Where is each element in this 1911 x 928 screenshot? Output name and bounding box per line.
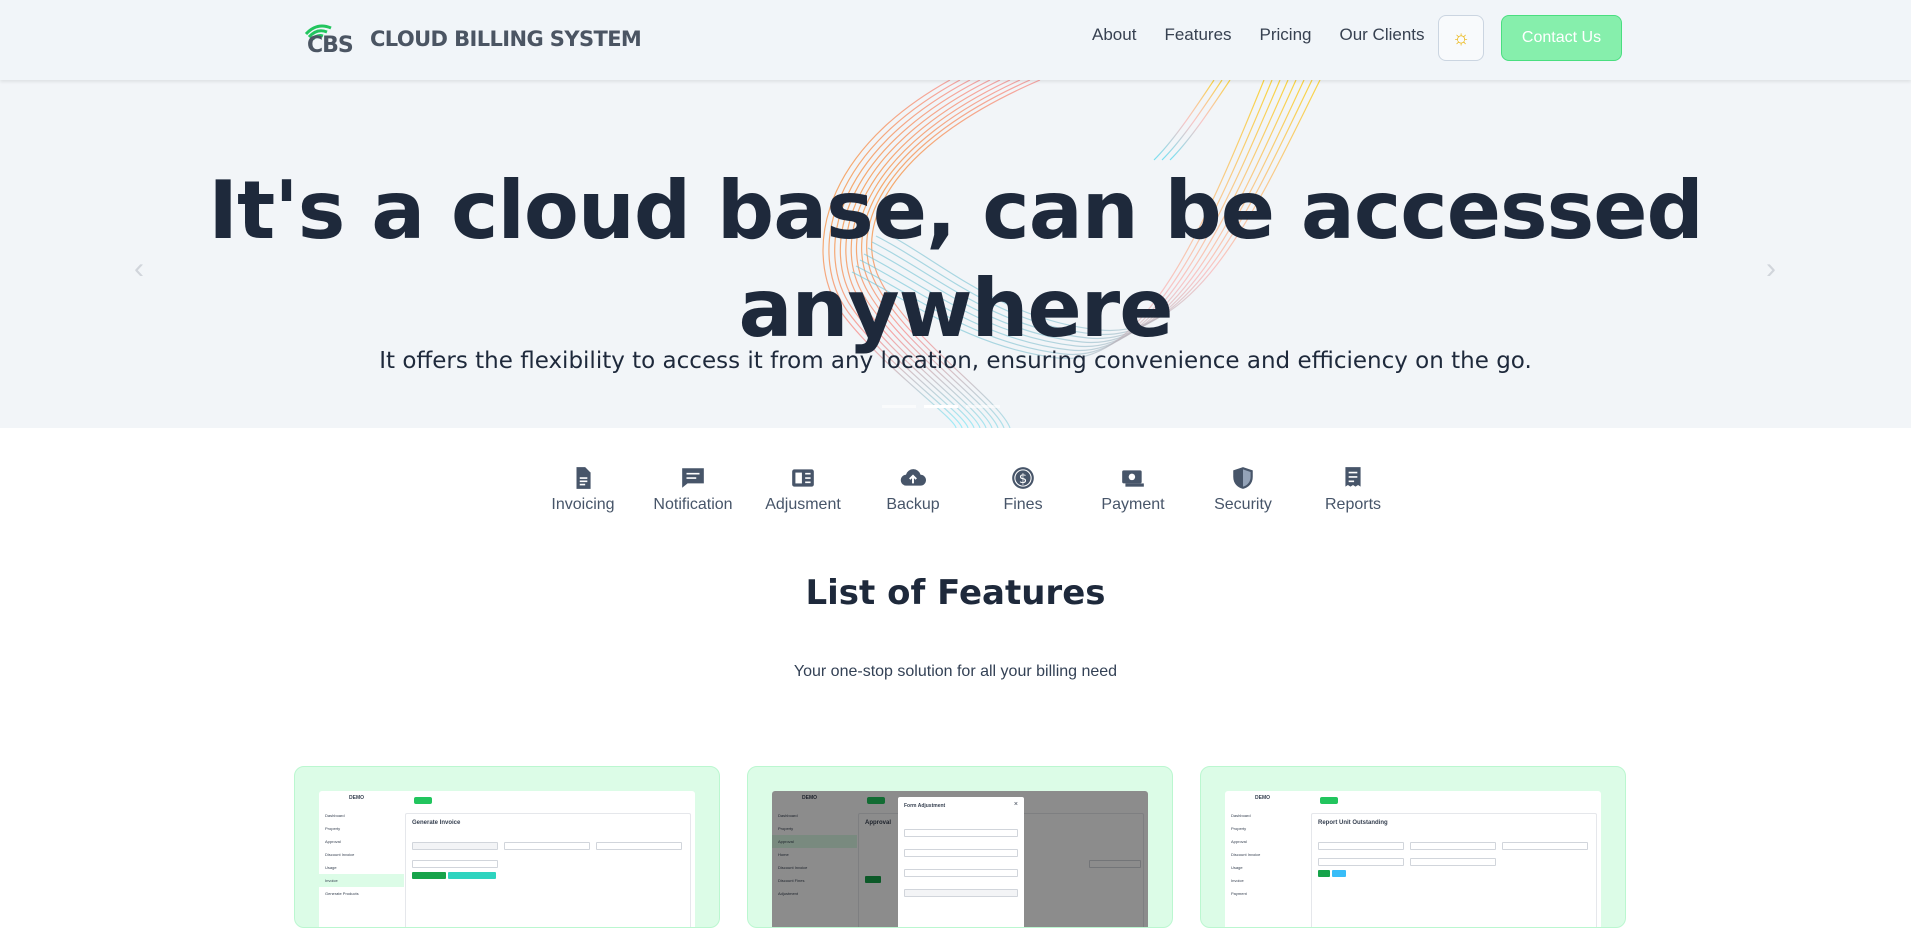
cash-icon xyxy=(1122,470,1144,487)
form-field xyxy=(904,829,1018,837)
feature-screenshot: DEMO Dashboard Property Approval Discoun… xyxy=(1225,791,1601,927)
message-icon xyxy=(682,468,704,488)
cloud-upload-icon xyxy=(900,469,926,486)
shield-icon xyxy=(1233,467,1253,489)
generate-report-button xyxy=(448,872,496,879)
form-field xyxy=(412,842,498,850)
sidebar-item: Approval xyxy=(1231,839,1247,844)
feature-tab-label: Backup xyxy=(886,496,940,513)
sidebar-item: Discount Invoice xyxy=(1231,852,1261,857)
navbar: CBS CLOUD BILLING SYSTEM About Features … xyxy=(0,0,1911,80)
sidebar-item: Usage xyxy=(1231,865,1243,870)
filter-button xyxy=(1318,870,1330,877)
sidebar-item: Approval xyxy=(325,839,341,844)
feature-card-adjustment[interactable]: DEMO Dashboard Property Approval Home Di… xyxy=(747,766,1173,928)
logo-abbreviation: CBS xyxy=(307,33,354,58)
feature-card-invoicing[interactable]: DEMO Dashboard Property Approval Discoun… xyxy=(294,766,720,928)
hero-subtitle: It offers the flexibility to access it f… xyxy=(379,348,1532,374)
feature-tab-adjusment[interactable]: Adjusment xyxy=(748,465,858,514)
feature-tab-reports[interactable]: Reports xyxy=(1298,465,1408,514)
feature-tab-invoicing[interactable]: Invoicing xyxy=(528,465,638,514)
newspaper-icon xyxy=(792,469,814,487)
feature-card-reports[interactable]: DEMO Dashboard Property Approval Discoun… xyxy=(1200,766,1626,928)
app-badge xyxy=(1320,797,1338,804)
sidebar-item: Invoice xyxy=(1231,878,1244,883)
sidebar-item: Payment xyxy=(1231,891,1247,896)
feature-tab-backup[interactable]: Backup xyxy=(858,465,968,514)
receipt-icon xyxy=(1345,467,1361,487)
feature-tab-payment[interactable]: Payment xyxy=(1078,465,1188,514)
logo-mark: CBS xyxy=(304,22,354,58)
form-field xyxy=(1410,842,1496,850)
feature-tab-label: Fines xyxy=(1003,496,1043,513)
section-title: List of Features xyxy=(805,573,1106,613)
app-brand: DEMO xyxy=(349,795,364,801)
form-field xyxy=(1410,858,1496,866)
form-field xyxy=(1318,842,1404,850)
sidebar-item: Property xyxy=(1231,826,1247,831)
carousel-indicators xyxy=(882,405,1000,408)
carousel-indicator-3[interactable] xyxy=(966,405,1000,408)
feature-tabs: Invoicing Notification Adjusment Backup … xyxy=(528,465,1408,514)
feature-tab-notification[interactable]: Notification xyxy=(638,465,748,514)
modal-title: Form Adjustment xyxy=(904,803,946,809)
nav-link-about[interactable]: About xyxy=(1092,25,1136,45)
feature-tab-label: Security xyxy=(1214,496,1272,513)
sidebar-item: Invoice xyxy=(319,874,404,887)
form-field xyxy=(904,849,1018,857)
export-button xyxy=(1332,870,1346,877)
form-field xyxy=(1318,858,1404,866)
theme-toggle-button[interactable]: ☼ xyxy=(1438,15,1484,61)
logo-name: CLOUD BILLING SYSTEM xyxy=(370,27,642,51)
feature-tab-label: Invoicing xyxy=(551,496,615,513)
feature-screenshot: DEMO Dashboard Property Approval Home Di… xyxy=(772,791,1148,927)
carousel-indicator-1[interactable] xyxy=(882,405,916,408)
hero-carousel: ‹ › It's a cloud base, can be accessed a… xyxy=(0,80,1911,428)
feature-tab-label: Reports xyxy=(1324,496,1382,513)
sidebar-item: Discount Invoice xyxy=(325,852,355,857)
form-field xyxy=(904,889,1018,897)
app-brand: DEMO xyxy=(1255,795,1270,801)
form-field xyxy=(412,860,498,868)
form-field xyxy=(1502,842,1588,850)
sun-icon: ☼ xyxy=(1451,26,1471,49)
dollar-circle-icon: $ xyxy=(1012,467,1034,489)
feature-tab-label: Payment xyxy=(1101,496,1165,513)
sidebar-item: Property xyxy=(325,826,341,831)
app-panel: Report Unit Outstanding xyxy=(1311,813,1597,927)
app-sidebar: Dashboard Property Approval Discount Inv… xyxy=(319,809,404,900)
form-field xyxy=(504,842,590,850)
form-field xyxy=(904,869,1018,877)
generate-button xyxy=(412,872,446,879)
panel-title: Report Unit Outstanding xyxy=(1318,820,1388,826)
document-icon xyxy=(576,467,591,489)
nav-links: About Features Pricing Our Clients xyxy=(1092,25,1425,45)
section-subtitle: Your one-stop solution for all your bill… xyxy=(793,663,1118,680)
sidebar-item: Dashboard xyxy=(325,813,345,818)
adjustment-modal: Form Adjustment × xyxy=(898,797,1024,927)
sidebar-item: Generate Products xyxy=(325,891,359,896)
nav-link-pricing[interactable]: Pricing xyxy=(1260,25,1312,45)
form-field xyxy=(596,842,682,850)
feature-screenshot: DEMO Dashboard Property Approval Discoun… xyxy=(319,791,695,927)
feature-tab-security[interactable]: Security xyxy=(1188,465,1298,514)
carousel-indicator-2[interactable] xyxy=(924,405,958,408)
panel-title: Generate Invoice xyxy=(412,820,461,826)
sidebar-item: Dashboard xyxy=(1231,813,1251,818)
contact-us-button[interactable]: Contact Us xyxy=(1501,15,1622,61)
sidebar-item: Usage xyxy=(325,865,337,870)
close-icon: × xyxy=(1013,801,1018,808)
feature-tab-label: Adjusment xyxy=(765,496,841,513)
hero-title: It's a cloud base, can be accessed anywh… xyxy=(208,164,1703,355)
feature-tab-fines[interactable]: $ Fines xyxy=(968,465,1078,514)
svg-text:$: $ xyxy=(1019,472,1027,487)
feature-tab-label: Notification xyxy=(653,496,733,513)
app-panel: Generate Invoice xyxy=(405,813,691,927)
logo[interactable]: CBS CLOUD BILLING SYSTEM xyxy=(304,22,642,58)
app-badge xyxy=(414,797,432,804)
app-sidebar: Dashboard Property Approval Discount Inv… xyxy=(1225,809,1310,900)
nav-link-features[interactable]: Features xyxy=(1164,25,1231,45)
nav-link-our-clients[interactable]: Our Clients xyxy=(1340,25,1425,45)
